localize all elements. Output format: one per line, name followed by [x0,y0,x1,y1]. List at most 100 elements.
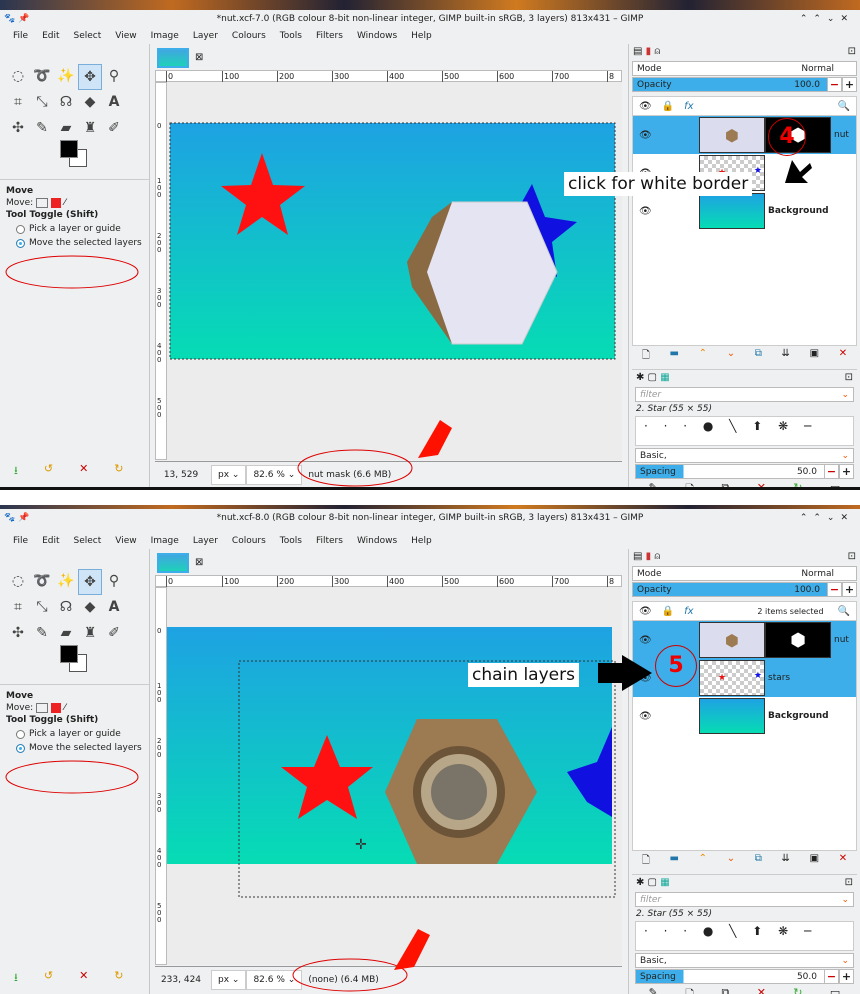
move-layer-mode-icon[interactable] [36,198,49,208]
eye-icon[interactable]: 👁 [633,635,699,646]
dock-tabs[interactable]: ▤ ▮ ⍝ ⊡ [629,549,860,565]
visibility-header-icon[interactable]: 👁 [639,101,652,112]
close-tab-icon[interactable]: ⊠ [195,557,203,568]
menu-filters[interactable]: Filters [309,28,350,44]
restore-options-icon[interactable]: ↺ [44,969,53,988]
unit-select[interactable]: px ⌄ [211,970,247,990]
fuzzy-select-icon[interactable]: ✨ [54,64,78,90]
decrease-button[interactable]: − [824,464,839,479]
save-options-icon[interactable]: ⭳ [14,969,18,988]
clone-stamp-icon[interactable]: ♜ [78,621,102,647]
smudge-icon[interactable]: ✐ [102,621,126,647]
preset-select[interactable]: Basic, ⌄ [635,953,854,968]
new-layer-icon[interactable]: 🗋 [642,348,650,365]
brush-filter-input[interactable]: filter ⌄ [635,387,854,402]
smudge-icon[interactable]: ✐ [102,116,126,142]
radio-pick-layer[interactable]: Pick a layer or guide [16,729,144,739]
warp-icon[interactable]: ⚲ [102,569,126,595]
decrease-button[interactable]: − [827,77,842,92]
lower-layer-icon[interactable]: ⌄ [727,853,735,870]
radio-move-selected[interactable]: Move the selected layers [16,743,144,753]
transform-icon[interactable]: ⤡ [30,90,54,116]
delete-options-icon[interactable]: ✕ [79,969,88,988]
image-tab[interactable] [157,553,189,573]
duplicate-brush-icon[interactable]: ⧉ [721,986,729,994]
menu-windows[interactable]: Windows [350,28,404,44]
refresh-brushes-icon[interactable]: ↻ [793,481,802,487]
increase-button[interactable]: + [839,969,854,984]
move-path-mode-icon[interactable]: ⁄ [64,198,66,208]
new-layer-icon[interactable]: 🗋 [642,853,650,870]
duplicate-layer-icon[interactable]: ⧉ [755,853,762,870]
bucket-fill-icon[interactable]: ◆ [78,595,102,621]
image-tab[interactable] [157,48,189,68]
opacity-slider[interactable]: Opacity 100.0− + [632,582,857,597]
menu-select[interactable]: Select [67,28,109,44]
delete-brush-icon[interactable]: ✕ [757,481,766,487]
open-brush-icon[interactable]: ▭ [830,986,840,994]
increase-button[interactable]: + [842,582,857,597]
window-controls[interactable]: ⌃⌃⌄✕ [800,10,854,28]
duplicate-layer-icon[interactable]: ⧉ [755,348,762,365]
unit-select[interactable]: px ⌄ [211,465,247,485]
brush-tabs[interactable]: ✱ ▢ ▦ ⊡ [632,370,857,386]
reset-options-icon[interactable]: ↻ [114,969,123,988]
transform-icon[interactable]: ⤡ [30,595,54,621]
menu-edit[interactable]: Edit [35,533,66,549]
fx-icon[interactable]: fx [684,101,693,112]
menu-colours[interactable]: Colours [225,533,273,549]
open-brush-icon[interactable]: ▭ [830,481,840,487]
fx-icon[interactable]: fx [684,606,693,617]
menu-edit[interactable]: Edit [35,28,66,44]
raise-layer-icon[interactable]: ⌃ [699,348,707,365]
vertical-ruler[interactable]: 0 100 200 300 400 500 [155,587,167,965]
menu-image[interactable]: Image [144,533,186,549]
brush-filter-input[interactable]: filter ⌄ [635,892,854,907]
text-tool-icon[interactable]: A [102,90,126,116]
move-tool-icon[interactable]: ✥ [78,569,102,595]
layer-mask-thumbnail[interactable]: ⬢ [765,622,831,658]
move-layer-mode-icon[interactable] [36,703,49,713]
warp-transform-icon[interactable]: ☊ [54,595,78,621]
zoom-select[interactable]: 82.6 % ⌄ [246,465,303,485]
warp-icon[interactable]: ⚲ [102,64,126,90]
clone-stamp-icon[interactable]: ♜ [78,116,102,142]
dock-tabs[interactable]: ▤ ▮ ⍝ ⊡ [629,44,860,60]
menu-view[interactable]: View [108,533,143,549]
color-swatches[interactable] [60,140,90,170]
layer-row-background[interactable]: 👁 Background [633,192,856,230]
text-tool-icon[interactable]: A [102,595,126,621]
decrease-button[interactable]: − [827,582,842,597]
menu-layer[interactable]: Layer [186,533,225,549]
fuzzy-select-icon[interactable]: ✨ [54,569,78,595]
menu-tools[interactable]: Tools [273,28,309,44]
move-tool-icon[interactable]: ✥ [78,64,102,90]
increase-button[interactable]: + [839,464,854,479]
menu-tools[interactable]: Tools [273,533,309,549]
horizontal-ruler[interactable]: 0 100 200 300 400 500 600 700 8 [155,575,622,587]
layer-row-nut[interactable]: 👁 ⬢ ⬢ nut [633,116,856,154]
refresh-brushes-icon[interactable]: ↻ [793,986,802,994]
layer-row-background[interactable]: 👁 Background [633,697,856,735]
spacing-slider[interactable]: Spacing 50.0− + [635,464,854,479]
crop-icon[interactable]: ⌗ [6,595,30,621]
eye-icon[interactable]: 👁 [633,130,699,141]
raise-layer-icon[interactable]: ⌃ [699,853,707,870]
restore-options-icon[interactable]: ↺ [44,462,53,481]
image-canvas[interactable]: ✛ [167,82,622,460]
spacing-slider[interactable]: Spacing 50.0− + [635,969,854,984]
merge-down-icon[interactable]: ⇊ [782,348,790,365]
lock-icon[interactable]: 🔒 [662,101,674,112]
menu-layer[interactable]: Layer [186,28,225,44]
foreground-color[interactable] [60,140,78,158]
delete-layer-icon[interactable]: ✕ [839,348,847,365]
mode-select[interactable]: Mode Normal [632,61,857,76]
move-selection-mode-icon[interactable] [51,703,62,713]
eraser-icon[interactable]: ▰ [54,621,78,647]
close-tab-icon[interactable]: ⊠ [195,52,203,63]
ellipse-select-icon[interactable]: ◌ [6,569,30,595]
radio-pick-layer[interactable]: Pick a layer or guide [16,224,144,234]
merge-down-icon[interactable]: ⇊ [782,853,790,870]
new-brush-icon[interactable]: 🗋 [685,986,694,994]
paintbrush-icon[interactable]: ✎ [30,621,54,647]
